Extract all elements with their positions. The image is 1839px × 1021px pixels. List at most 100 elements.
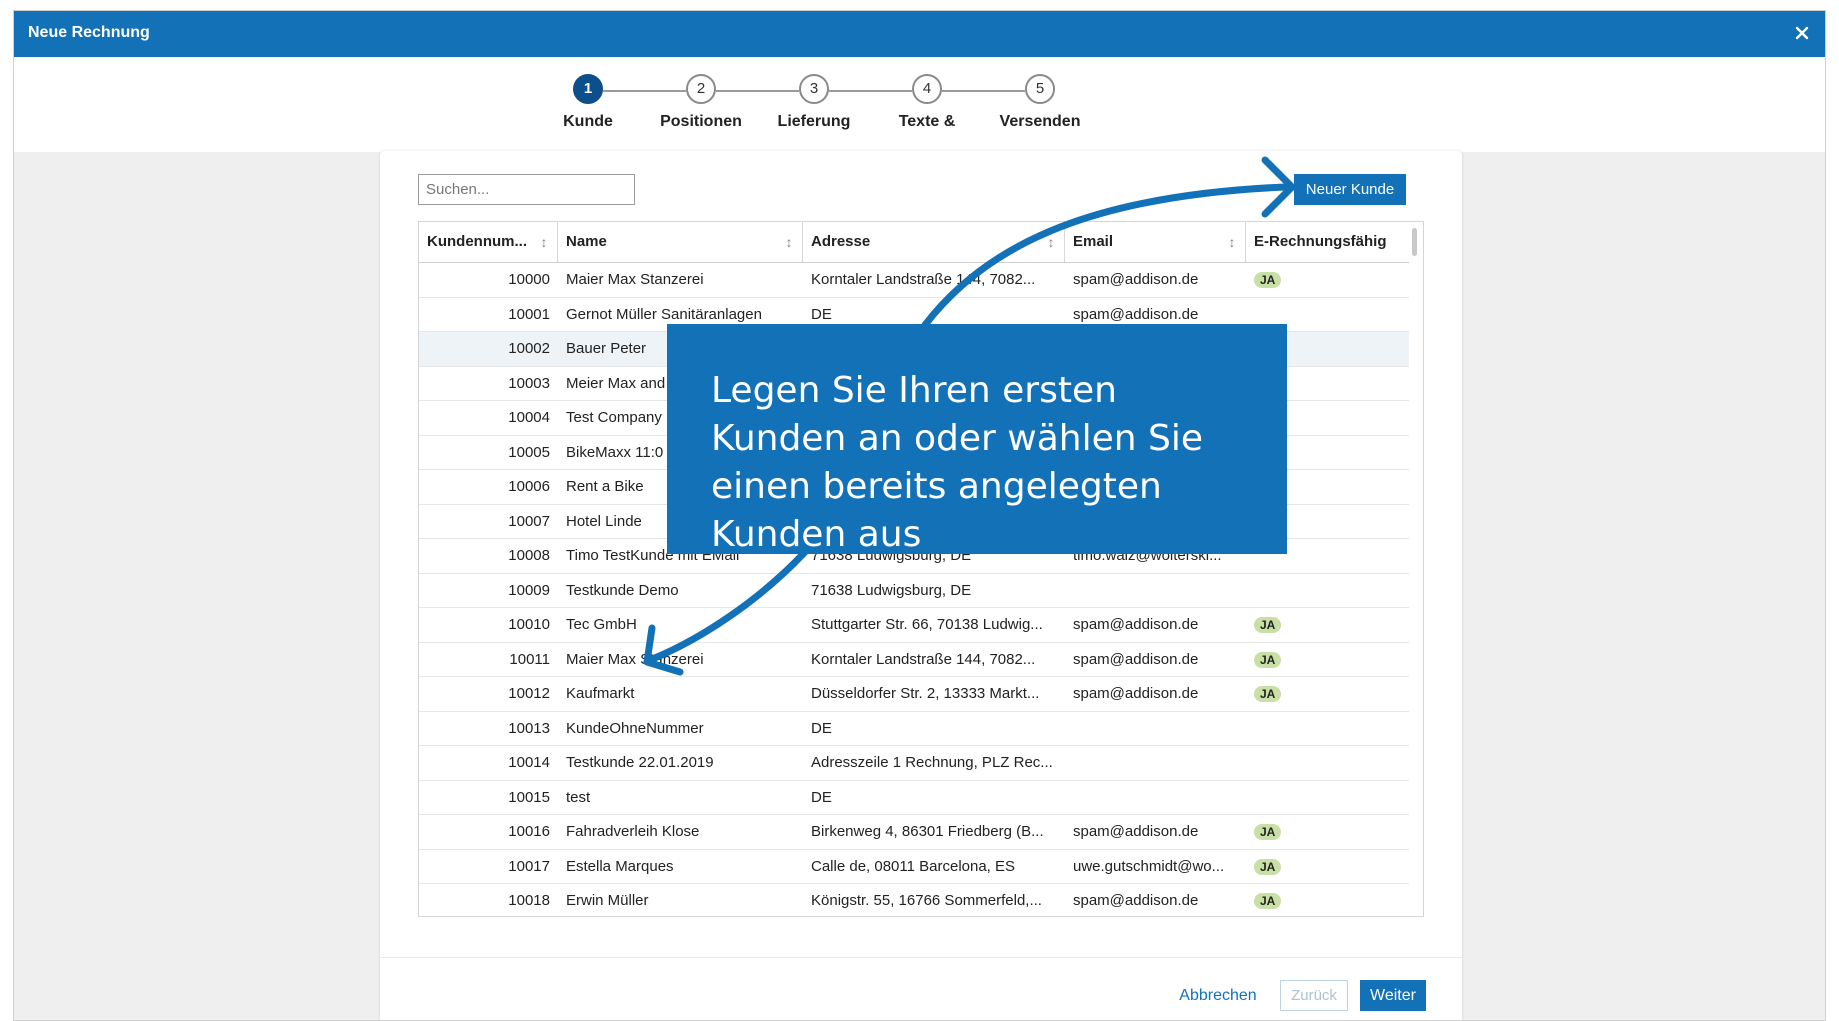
cell-einvoice: JA <box>1246 823 1409 841</box>
cell-email: spam@addison.de <box>1073 892 1199 910</box>
dialog-titlebar: Neue Rechnung <box>14 11 1825 57</box>
cell-customer-number: 10010 <box>508 616 550 634</box>
table-row[interactable]: 10009 Testkunde Demo 71638 Ludwigsburg, DE <box>419 574 1409 608</box>
sort-icon[interactable]: ↕ <box>539 233 549 251</box>
cell-customer-number: 10002 <box>508 340 550 358</box>
cell-address: DE <box>811 788 832 806</box>
cell-customer-number: 10015 <box>508 788 550 806</box>
table-row[interactable]: 10018 Erwin Müller Königstr. 55, 16766 Som… <box>419 884 1409 916</box>
table-row[interactable]: 10012 Kaufmarkt Düsseldorfer Str. 2, 13333… <box>419 677 1409 712</box>
next-button[interactable]: Weiter <box>1360 980 1426 1011</box>
step-versenden[interactable]: 5 Versenden <box>975 74 1105 135</box>
column-header-name[interactable]: Name ↕ <box>558 222 803 262</box>
step-lieferung[interactable]: 3 Lieferung <box>749 74 879 135</box>
cell-address: Korntaler Landstraße 144, 7082... <box>811 271 1036 289</box>
cell-email: spam@addison.de <box>1073 650 1199 668</box>
cell-name: Testkunde Demo <box>566 581 679 599</box>
step-label: Texte & <box>898 113 956 130</box>
table-row[interactable]: 10010 Tec GmbH Stuttgarter Str. 66, 70138 … <box>419 608 1409 643</box>
cell-address: Calle de, 08011 Barcelona, ES <box>811 857 1016 875</box>
cell-address: Adresszeile 1 Rechnung, PLZ Rec... <box>811 754 1053 772</box>
cell-name: Erwin Müller <box>566 892 649 910</box>
table-row[interactable]: 10000 Maier Max Stanzerei Korntaler Landst… <box>419 263 1409 298</box>
cell-email: spam@addison.de <box>1073 823 1199 841</box>
cell-customer-number: 10009 <box>508 581 550 599</box>
cell-name: Estella Marques <box>566 857 674 875</box>
cell-customer-number: 10003 <box>508 374 550 392</box>
column-header-address[interactable]: Adresse ↕ <box>803 222 1065 262</box>
cell-address: Birkenweg 4, 86301 Friedberg (B... <box>811 823 1044 841</box>
cell-customer-number: 10005 <box>508 443 550 461</box>
column-header-email[interactable]: Email ↕ <box>1065 222 1246 262</box>
column-header-einvoice[interactable]: E-Rechnungsfähig <box>1246 222 1409 262</box>
table-row[interactable]: 10011 Maier Max Stanzerei Korntaler Landst… <box>419 643 1409 677</box>
sort-icon[interactable]: ↕ <box>784 233 794 251</box>
cell-customer-number: 10018 <box>508 892 550 910</box>
footer-divider <box>380 957 1462 958</box>
sort-icon[interactable]: ↕ <box>1227 233 1237 251</box>
cell-customer-number: 10014 <box>508 754 550 772</box>
einvoice-badge: JA <box>1254 824 1282 841</box>
cell-name: Maier Max Stanzerei <box>566 271 704 289</box>
table-row[interactable]: 10016 Fahradverleih Klose Birkenweg 4, 863… <box>419 815 1409 850</box>
column-label: Kundennum... <box>427 233 527 250</box>
table-row[interactable]: 10013 KundeOhneNummer DE <box>419 712 1409 746</box>
step-number: 5 <box>1025 74 1055 104</box>
cell-name: test <box>566 788 591 806</box>
step-label: Positionen <box>660 113 742 130</box>
cell-address: Düsseldorfer Str. 2, 13333 Markt... <box>811 685 1040 703</box>
close-icon[interactable] <box>1789 20 1815 46</box>
step-number: 3 <box>799 74 829 104</box>
new-customer-button[interactable]: Neuer Kunde <box>1294 174 1406 205</box>
cell-customer-number: 10017 <box>508 857 550 875</box>
step-texte[interactable]: 4 Texte & <box>862 74 992 135</box>
search-input[interactable] <box>418 174 635 205</box>
cell-address: 71638 Ludwigsburg, DE <box>811 581 972 599</box>
cell-name: Testkunde 22.01.2019 <box>566 754 714 772</box>
cell-address: DE <box>811 719 832 737</box>
step-number: 2 <box>686 74 716 104</box>
customer-selection-card: Neuer Kunde Kundennum... ↕ Name ↕ Adress… <box>380 151 1462 1020</box>
cell-einvoice: JA <box>1246 685 1409 703</box>
einvoice-badge: JA <box>1254 272 1282 289</box>
cell-customer-number: 10006 <box>508 478 550 496</box>
back-button[interactable]: Zurück <box>1280 980 1348 1011</box>
scrollbar-thumb[interactable] <box>1412 228 1417 256</box>
cell-customer-number: 10016 <box>508 823 550 841</box>
step-number: 1 <box>573 74 603 104</box>
cell-customer-number: 10008 <box>508 547 550 565</box>
cell-name: Tec GmbH <box>566 616 637 634</box>
step-label: Kunde <box>563 113 613 130</box>
cell-einvoice: JA <box>1246 651 1409 668</box>
step-label: Lieferung <box>777 113 851 130</box>
column-label: Adresse <box>811 233 871 250</box>
cancel-button[interactable]: Abbrechen <box>1172 980 1264 1011</box>
sort-icon[interactable]: ↕ <box>1046 233 1056 251</box>
einvoice-badge: JA <box>1254 858 1282 875</box>
cell-address: Königstr. 55, 16766 Sommerfeld,... <box>811 892 1042 910</box>
step-label: Versenden <box>999 113 1081 130</box>
cell-email: spam@addison.de <box>1073 271 1199 289</box>
column-label: Name <box>566 233 607 250</box>
cell-customer-number: 10012 <box>508 685 550 703</box>
einvoice-badge: JA <box>1254 617 1282 634</box>
cell-einvoice: JA <box>1246 858 1409 875</box>
cell-einvoice: JA <box>1246 271 1409 289</box>
step-positionen[interactable]: 2 Positionen <box>636 74 766 135</box>
cell-einvoice: JA <box>1246 616 1409 634</box>
table-row[interactable]: 10017 Estella Marques Calle de, 08011 Barc… <box>419 850 1409 884</box>
step-kunde[interactable]: 1 Kunde <box>523 74 653 135</box>
cell-name: Kaufmarkt <box>566 685 635 703</box>
step-number: 4 <box>912 74 942 104</box>
wizard-stepper: 1 Kunde 2 Positionen 3 Lieferung 4 Texte… <box>14 57 1825 152</box>
einvoice-badge: JA <box>1254 651 1282 668</box>
dialog-title: Neue Rechnung <box>28 24 150 41</box>
einvoice-badge: JA <box>1254 686 1282 703</box>
tutorial-callout: Legen Sie Ihren ersten Kunden an oder wä… <box>667 324 1287 555</box>
cell-name: Maier Max Stanzerei <box>566 650 704 668</box>
column-header-customer-number[interactable]: Kundennum... ↕ <box>419 222 558 262</box>
cell-address: Korntaler Landstraße 144, 7082... <box>811 650 1036 668</box>
table-row[interactable]: 10014 Testkunde 22.01.2019 Adresszeile 1 R… <box>419 746 1409 781</box>
cell-name: KundeOhneNummer <box>566 719 704 737</box>
table-row[interactable]: 10015 test DE <box>419 781 1409 815</box>
